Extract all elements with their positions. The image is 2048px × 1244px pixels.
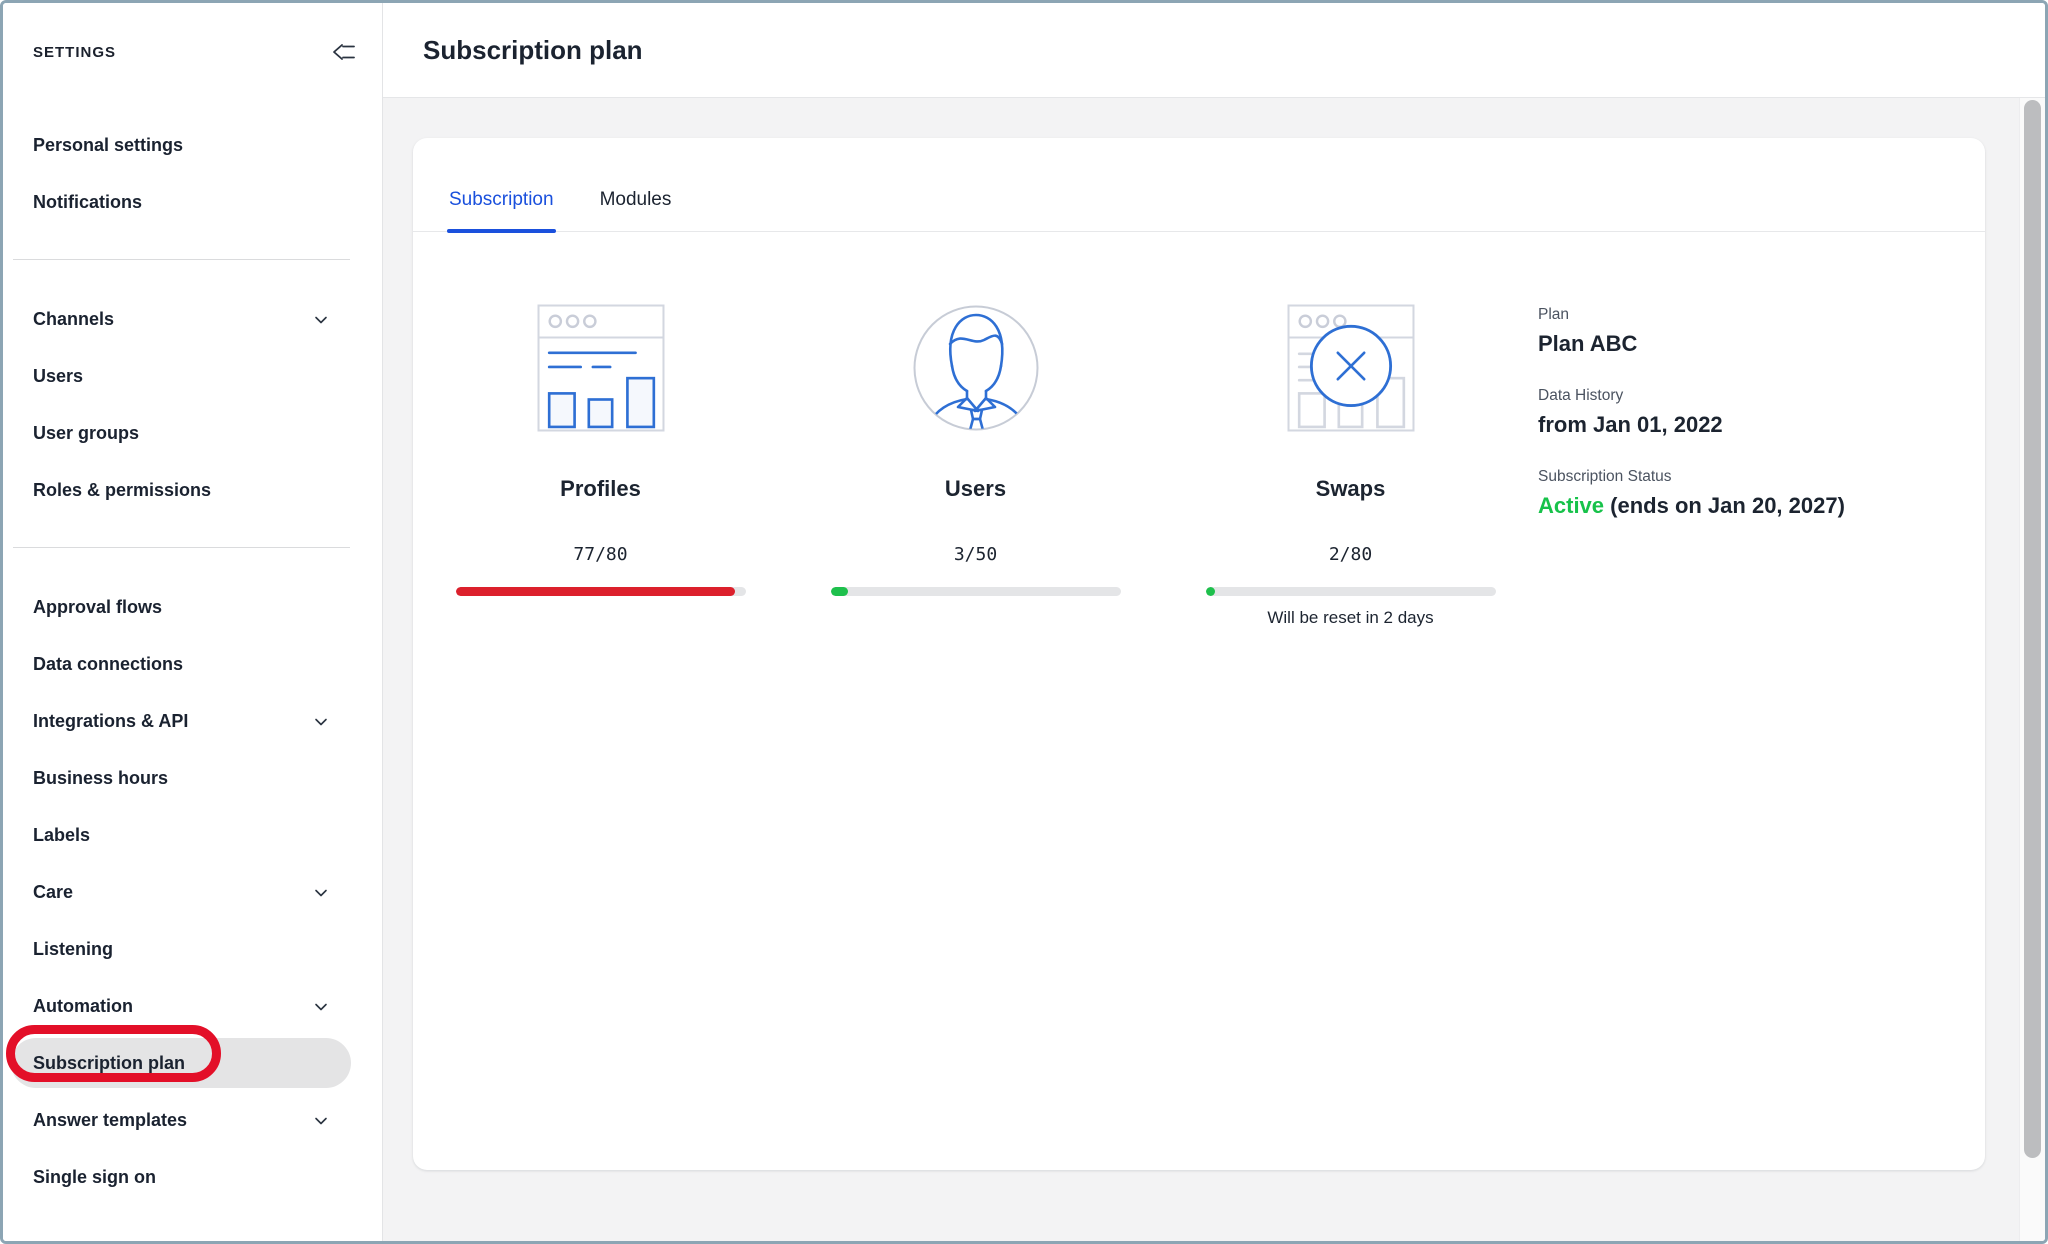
- settings-sidebar: SETTINGS Personal settings Notifications: [3, 3, 383, 1241]
- collapse-sidebar-button[interactable]: [330, 40, 356, 64]
- usage-card-profiles: Profiles 77/80: [413, 304, 788, 628]
- sidebar-item-subscription-plan[interactable]: Subscription plan: [11, 1038, 351, 1088]
- chevron-down-icon: [313, 999, 329, 1015]
- page-header: Subscription plan: [383, 3, 2045, 98]
- sidebar-item-label: Users: [33, 366, 83, 387]
- usage-count: 3/50: [954, 544, 997, 565]
- sidebar-item-business-hours[interactable]: Business hours: [3, 750, 382, 807]
- sidebar-item-label: Answer templates: [33, 1110, 187, 1131]
- sidebar-divider: [13, 547, 350, 548]
- chevron-down-icon: [313, 1113, 329, 1129]
- sidebar-item-label: Labels: [33, 825, 90, 846]
- sidebar-item-notifications[interactable]: Notifications: [3, 174, 382, 231]
- usage-title: Users: [945, 476, 1006, 502]
- sidebar-item-label: Data connections: [33, 654, 183, 675]
- sidebar-item-label: Notifications: [33, 192, 142, 213]
- sidebar-item-label: Automation: [33, 996, 133, 1017]
- tab-bar: Subscription Modules: [413, 138, 1985, 232]
- sidebar-item-label: Subscription plan: [33, 1053, 185, 1074]
- sidebar-item-personal-settings[interactable]: Personal settings: [3, 117, 382, 174]
- chevron-down-icon: [313, 312, 329, 328]
- usage-count: 77/80: [573, 544, 627, 565]
- subscription-content: Profiles 77/80: [413, 232, 1985, 628]
- sidebar-item-label: Listening: [33, 939, 113, 960]
- plan-info-panel: Plan Plan ABC Data History from Jan 01, …: [1538, 304, 1845, 628]
- sidebar-item-labels[interactable]: Labels: [3, 807, 382, 864]
- sidebar-item-automation[interactable]: Automation: [3, 978, 382, 1035]
- tab-modules[interactable]: Modules: [598, 189, 674, 231]
- data-history-value: from Jan 01, 2022: [1538, 412, 1845, 438]
- subscription-status-group: Subscription Status Active (ends on Jan …: [1538, 468, 1845, 519]
- sidebar-item-label: User groups: [33, 423, 139, 444]
- usage-card-swaps: Swaps 2/80 Will be reset in 2 days: [1163, 304, 1538, 628]
- data-history-group: Data History from Jan 01, 2022: [1538, 387, 1845, 438]
- sidebar-item-label: Personal settings: [33, 135, 183, 156]
- plan-label: Plan: [1538, 306, 1845, 324]
- swaps-window-x-icon: [1287, 304, 1415, 432]
- usage-progress-bar: [456, 587, 746, 596]
- sidebar-item-listening[interactable]: Listening: [3, 921, 382, 978]
- sidebar-item-channels[interactable]: Channels: [3, 291, 382, 348]
- collapse-sidebar-icon: [330, 40, 356, 64]
- status-active-text: Active: [1538, 493, 1604, 518]
- sidebar-item-user-groups[interactable]: User groups: [3, 405, 382, 462]
- sidebar-item-label: Integrations & API: [33, 711, 188, 732]
- sidebar-title: SETTINGS: [33, 44, 116, 61]
- sidebar-item-label: Channels: [33, 309, 114, 330]
- profiles-window-chart-icon: [537, 304, 665, 432]
- sidebar-item-label: Roles & permissions: [33, 480, 211, 501]
- subscription-card: Subscription Modules: [413, 138, 1985, 1170]
- sidebar-divider: [13, 259, 350, 260]
- sidebar-item-label: Business hours: [33, 768, 168, 789]
- vertical-scrollbar-thumb[interactable]: [2024, 100, 2041, 1158]
- usage-title: Profiles: [560, 476, 641, 502]
- page-title: Subscription plan: [423, 35, 643, 66]
- sidebar-item-answer-templates[interactable]: Answer templates: [3, 1092, 382, 1149]
- usage-progress-bar: [831, 587, 1121, 596]
- sidebar-item-approval-flows[interactable]: Approval flows: [3, 579, 382, 636]
- usage-progress-bar: [1206, 587, 1496, 596]
- sidebar-item-label: Single sign on: [33, 1167, 156, 1188]
- usage-count: 2/80: [1329, 544, 1372, 565]
- usage-progress-fill: [456, 587, 735, 596]
- sidebar-header: SETTINGS: [3, 29, 382, 75]
- usage-reset-note: Will be reset in 2 days: [1267, 608, 1433, 628]
- subscription-status-label: Subscription Status: [1538, 468, 1845, 486]
- content-area: Subscription Modules: [383, 98, 2045, 1241]
- sidebar-item-roles-permissions[interactable]: Roles & permissions: [3, 462, 382, 519]
- data-history-label: Data History: [1538, 387, 1845, 405]
- sidebar-item-data-connections[interactable]: Data connections: [3, 636, 382, 693]
- usage-title: Swaps: [1316, 476, 1386, 502]
- usage-card-users: Users 3/50: [788, 304, 1163, 628]
- chevron-down-icon: [313, 714, 329, 730]
- plan-value: Plan ABC: [1538, 331, 1845, 357]
- main-area: Subscription plan Subscription Modules: [383, 3, 2045, 1241]
- chevron-down-icon: [313, 885, 329, 901]
- sidebar-item-care[interactable]: Care: [3, 864, 382, 921]
- sidebar-item-users[interactable]: Users: [3, 348, 382, 405]
- usage-progress-fill: [1206, 587, 1215, 596]
- app-window: SETTINGS Personal settings Notifications: [0, 0, 2048, 1244]
- sidebar-item-integrations-api[interactable]: Integrations & API: [3, 693, 382, 750]
- plan-group: Plan Plan ABC: [1538, 306, 1845, 357]
- sidebar-item-label: Care: [33, 882, 73, 903]
- users-avatar-icon: [912, 304, 1040, 432]
- subscription-status-value: Active (ends on Jan 20, 2027): [1538, 493, 1845, 519]
- status-end-date: (ends on Jan 20, 2027): [1604, 493, 1845, 518]
- usage-progress-fill: [831, 587, 848, 596]
- sidebar-item-label: Approval flows: [33, 597, 162, 618]
- vertical-scrollbar-track[interactable]: [2019, 98, 2045, 1241]
- sidebar-item-single-sign-on[interactable]: Single sign on: [3, 1149, 382, 1206]
- sidebar-nav: Personal settings Notifications Channels…: [3, 117, 382, 1206]
- tab-subscription[interactable]: Subscription: [447, 189, 556, 231]
